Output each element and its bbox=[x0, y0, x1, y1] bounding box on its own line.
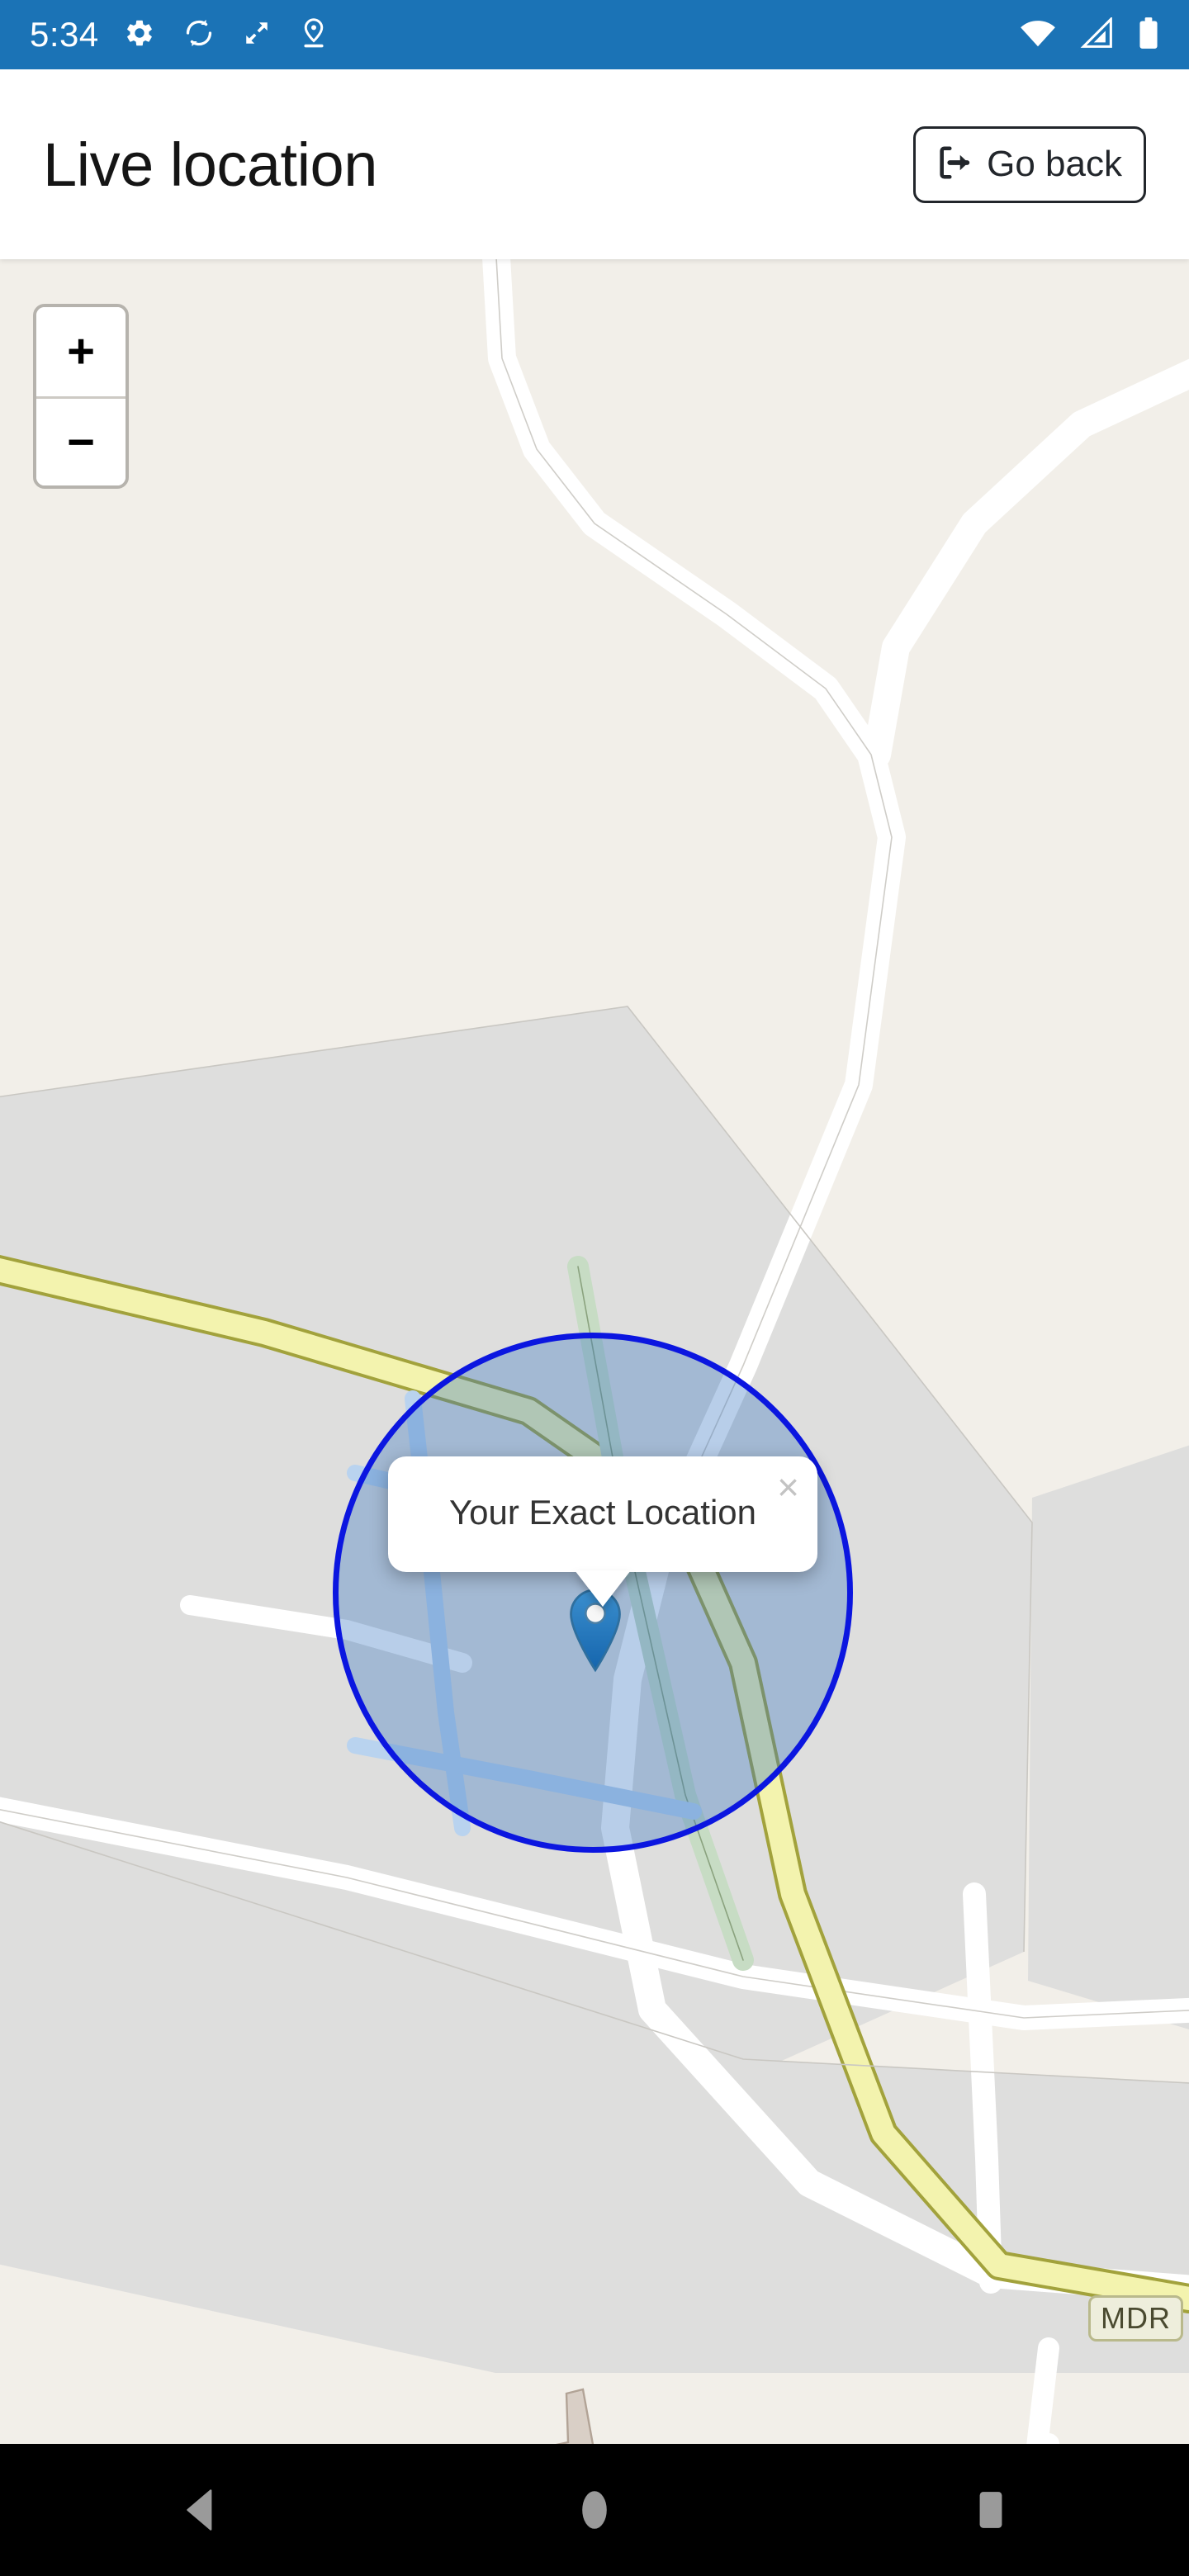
road-shield-label: MDR bbox=[1088, 2295, 1183, 2342]
status-bar-system-icons bbox=[1019, 16, 1159, 54]
nav-home-button[interactable] bbox=[528, 2444, 661, 2576]
page-title: Live location bbox=[43, 130, 377, 199]
go-back-button[interactable]: Go back bbox=[913, 125, 1146, 203]
zoom-in-button[interactable]: + bbox=[36, 307, 126, 396]
expand-arrows-icon bbox=[243, 17, 271, 53]
wifi-icon bbox=[1019, 17, 1057, 53]
popup-close-icon[interactable]: × bbox=[777, 1468, 799, 1506]
map-zoom-control[interactable]: + − bbox=[33, 304, 129, 489]
go-back-label: Go back bbox=[987, 144, 1122, 184]
cellular-signal-icon bbox=[1080, 16, 1115, 53]
location-popup-box: × Your Exact Location bbox=[388, 1456, 817, 1607]
app-screen: 5:34 Live location Go back + − × Your Ex… bbox=[0, 0, 1189, 2576]
location-pin-icon bbox=[299, 17, 329, 54]
map-canvas[interactable]: + − × Your Exact Location MDR bbox=[0, 259, 1189, 2444]
location-popup-text: Your Exact Location bbox=[448, 1492, 757, 1532]
gear-icon bbox=[124, 17, 155, 53]
app-header: Live location Go back bbox=[0, 69, 1189, 259]
location-popup: × Your Exact Location bbox=[388, 1456, 817, 1607]
android-nav-bar bbox=[0, 2444, 1189, 2576]
popup-pointer-tip bbox=[575, 1570, 631, 1607]
status-bar-notification-icons bbox=[124, 17, 329, 54]
status-bar: 5:34 bbox=[0, 0, 1189, 69]
sync-icon bbox=[183, 17, 215, 53]
status-bar-clock: 5:34 bbox=[30, 15, 99, 54]
nav-recents-button[interactable] bbox=[925, 2444, 1057, 2576]
zoom-out-button[interactable]: − bbox=[36, 396, 126, 485]
sign-out-icon bbox=[936, 144, 973, 186]
battery-icon bbox=[1138, 17, 1159, 54]
nav-back-button[interactable] bbox=[132, 2444, 264, 2576]
